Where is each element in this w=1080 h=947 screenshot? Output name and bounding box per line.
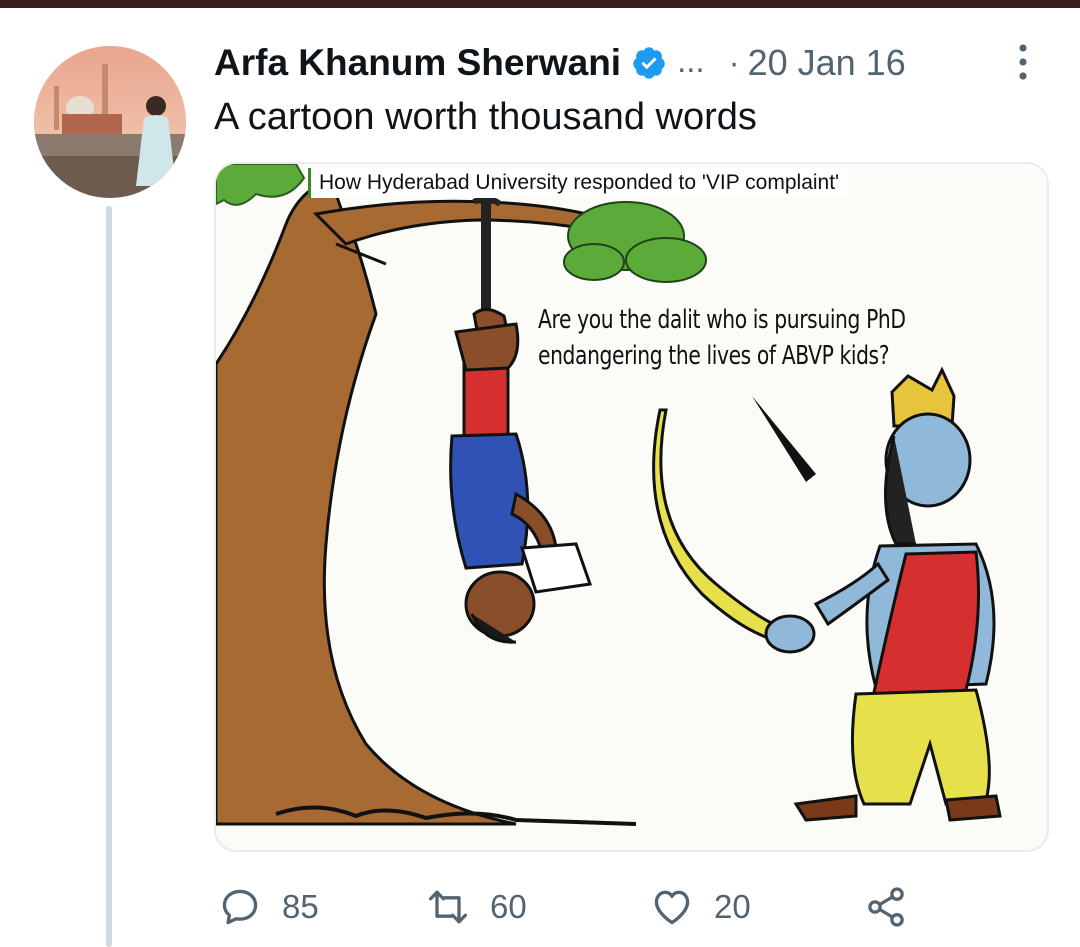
author-name[interactable]: Arfa Khanum Sherwani <box>214 42 621 84</box>
dot-separator: · <box>728 44 740 81</box>
like-button[interactable]: 20 <box>650 880 751 934</box>
reply-button[interactable]: 85 <box>218 880 319 934</box>
top-edge-bar <box>0 0 1080 8</box>
tweet-date[interactable]: 20 Jan 16 <box>748 42 906 84</box>
tweet-media-cartoon[interactable]: How Hyderabad University responded to 'V… <box>214 162 1049 852</box>
reply-count: 85 <box>282 888 319 925</box>
avatar[interactable] <box>34 46 186 198</box>
avatar-image <box>34 46 186 198</box>
speech-line-1: Are you the dalit who is pursuing PhD <box>538 305 906 335</box>
share-button[interactable] <box>864 880 908 934</box>
tweet-text: A cartoon worth thousand words <box>214 96 757 138</box>
retweet-button[interactable]: 60 <box>426 880 527 934</box>
more-options-icon[interactable] <box>1012 42 1034 82</box>
like-icon <box>654 890 690 925</box>
share-icon <box>868 887 904 927</box>
author-handle[interactable]: ... <box>677 42 705 80</box>
tweet-actions: 85 60 20 <box>214 880 1044 934</box>
cartoon-illustration <box>216 164 1002 826</box>
tweet-header: Arfa Khanum Sherwani ... · 20 Jan 16 <box>214 38 906 88</box>
retweet-icon <box>428 890 468 924</box>
speech-bubble: Are you the dalit who is pursuing PhD en… <box>538 302 1009 374</box>
verified-badge-icon <box>633 47 665 79</box>
cartoon-caption: How Hyderabad University responded to 'V… <box>308 168 848 198</box>
reply-icon <box>222 889 258 925</box>
speech-line-2: endangering the lives of ABVP kids? <box>538 341 890 371</box>
retweet-count: 60 <box>490 888 527 925</box>
like-count: 20 <box>714 888 751 925</box>
thread-line <box>106 206 112 947</box>
